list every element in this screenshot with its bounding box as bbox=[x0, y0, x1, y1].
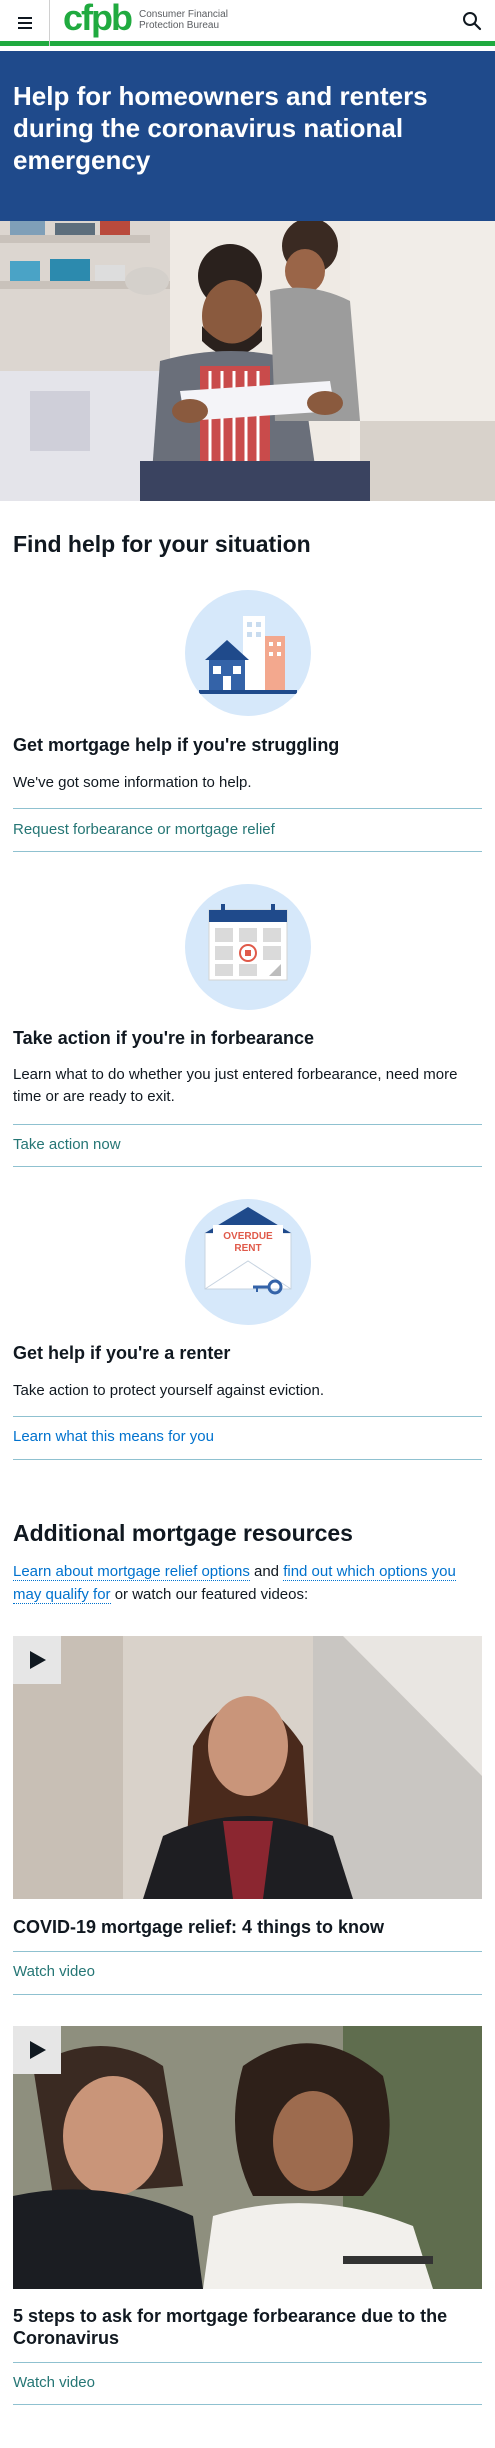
video-player-2[interactable] bbox=[13, 2026, 482, 2289]
link-renter-info[interactable]: Learn what this means for you bbox=[13, 1428, 214, 1445]
resources-intro: Learn about mortgage relief options and … bbox=[13, 1560, 483, 1606]
link-watch-video-1[interactable]: Watch video bbox=[13, 1963, 95, 1980]
search-icon bbox=[463, 12, 482, 31]
link-take-action[interactable]: Take action now bbox=[13, 1136, 121, 1153]
hero-title: Help for homeowners and renters during t… bbox=[13, 81, 428, 175]
divider bbox=[13, 1994, 482, 1995]
menu-button[interactable] bbox=[0, 0, 50, 46]
site-header: cfpb Consumer Financial Protection Burea… bbox=[0, 0, 495, 46]
resources-title: Additional mortgage resources bbox=[13, 1520, 353, 1546]
logo-line-1: Consumer Financial bbox=[139, 9, 228, 20]
divider bbox=[13, 2362, 482, 2363]
play-button[interactable] bbox=[13, 2026, 61, 2074]
divider bbox=[13, 1124, 482, 1125]
overdue-rent-envelope-icon: OVERDUE RENT bbox=[185, 1199, 311, 1325]
situation-title: Find help for your situation bbox=[13, 531, 311, 557]
divider bbox=[13, 1166, 482, 1167]
link-request-forbearance[interactable]: Request forbearance or mortgage relief bbox=[13, 821, 275, 838]
divider bbox=[13, 1459, 482, 1460]
divider bbox=[13, 1416, 482, 1417]
link-watch-video-2[interactable]: Watch video bbox=[13, 2374, 95, 2391]
overdue-stamp-text: OVERDUE bbox=[223, 1231, 273, 1242]
play-icon bbox=[30, 2041, 46, 2059]
resources-tail-text: or watch our featured videos: bbox=[110, 1586, 309, 1603]
card-description-mortgage: We've got some information to help. bbox=[13, 774, 252, 791]
hero-photo bbox=[0, 221, 495, 501]
divider bbox=[13, 808, 482, 809]
divider bbox=[13, 851, 482, 852]
calendar-icon bbox=[185, 884, 311, 1010]
resources-and-text: and bbox=[249, 1563, 284, 1580]
logo-mark: cfpb bbox=[63, 0, 133, 38]
search-button[interactable] bbox=[459, 8, 485, 34]
card-heading-mortgage: Get mortgage help if you're struggling bbox=[13, 735, 340, 755]
card-description-renter: Take action to protect yourself against … bbox=[13, 1382, 325, 1399]
logo-line-2: Protection Bureau bbox=[139, 20, 220, 31]
card-heading-renter: Get help if you're a renter bbox=[13, 1343, 231, 1363]
video-title-2: 5 steps to ask for mortgage forbearance … bbox=[13, 2306, 448, 2348]
divider bbox=[13, 2404, 482, 2405]
play-icon bbox=[30, 1651, 46, 1669]
rent-stamp-text: RENT bbox=[234, 1243, 261, 1254]
video-player-1[interactable] bbox=[13, 1636, 482, 1899]
card-heading-forbearance: Take action if you're in forbearance bbox=[13, 1028, 315, 1048]
card-description-forbearance: Learn what to do whether you just entere… bbox=[13, 1066, 458, 1105]
logo-text: Consumer Financial Protection Bureau bbox=[139, 9, 228, 31]
menu-icon bbox=[17, 17, 32, 29]
house-buildings-icon bbox=[185, 590, 311, 716]
link-mortgage-relief-options[interactable]: Learn about mortgage relief options bbox=[13, 1563, 250, 1581]
divider bbox=[13, 1951, 482, 1952]
play-button[interactable] bbox=[13, 1636, 61, 1684]
video-title-1: COVID-19 mortgage relief: 4 things to kn… bbox=[13, 1917, 385, 1937]
cfpb-logo[interactable]: cfpb Consumer Financial Protection Burea… bbox=[63, 0, 228, 40]
